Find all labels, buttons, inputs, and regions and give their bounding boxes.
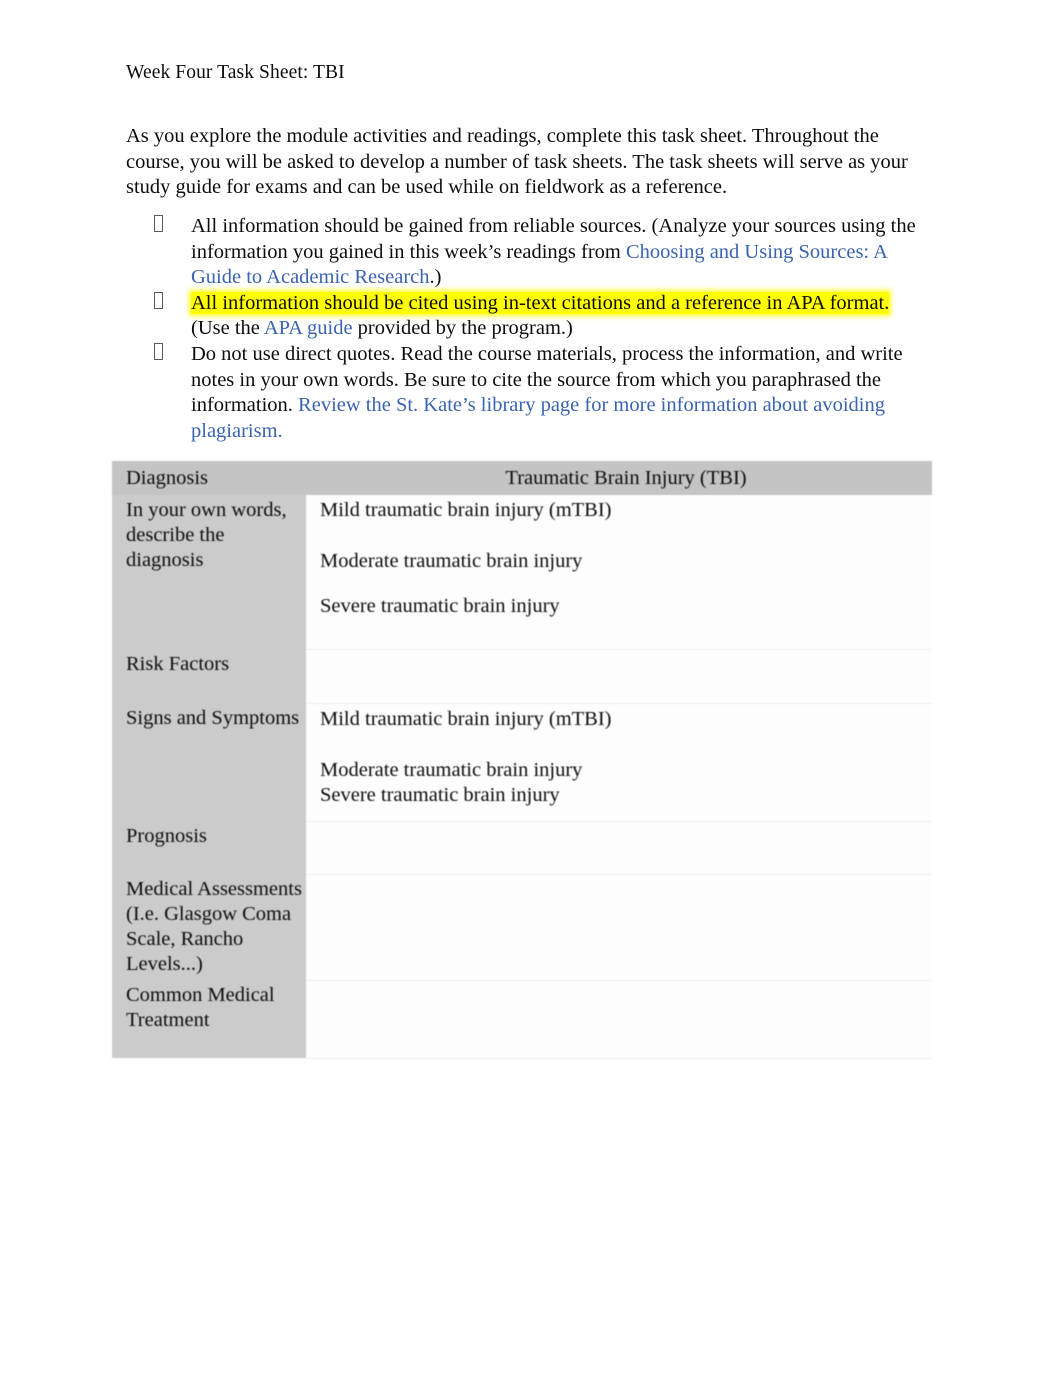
instruction-text-part1: (Use the	[191, 317, 264, 340]
cell-line: Moderate traumatic brain injury	[320, 758, 583, 781]
instruction-text-part2: .)	[429, 266, 442, 289]
row-value-medical-assessments[interactable]	[306, 874, 932, 981]
list-item: Do not use direct quotes. Read the cours…	[126, 342, 932, 444]
table-row: Risk Factors	[112, 649, 932, 704]
row-value-signs-and-symptoms[interactable]: Mild traumatic brain injury (mTBI) Moder…	[306, 703, 932, 822]
bullet-box-icon	[154, 342, 163, 360]
table-row: Common Medical Treatment	[112, 980, 932, 1059]
document-page: Week Four Task Sheet: TBI As you explore…	[0, 0, 1062, 1377]
list-item: All information should be gained from re…	[126, 214, 932, 291]
highlighted-apa-requirement: All information should be cited using in…	[191, 291, 890, 314]
table-row: Signs and Symptoms Mild traumatic brain …	[112, 703, 932, 822]
table-row: Medical Assessments (I.e. Glasgow Coma S…	[112, 874, 932, 981]
row-label-prognosis: Prognosis	[112, 821, 306, 874]
task-sheet-table-wrapper: Diagnosis Traumatic Brain Injury (TBI) I…	[112, 461, 932, 1059]
table-header-diagnosis: Diagnosis	[112, 461, 306, 495]
cell-line: Severe traumatic brain injury	[320, 783, 560, 806]
table-header-tbi: Traumatic Brain Injury (TBI)	[306, 461, 932, 495]
task-sheet-table: Diagnosis Traumatic Brain Injury (TBI) I…	[112, 461, 932, 1059]
cell-line: Mild traumatic brain injury (mTBI)	[320, 707, 612, 730]
bullet-box-icon	[154, 215, 163, 232]
row-value-common-medical-treatment[interactable]	[306, 980, 932, 1059]
row-label-medical-assessments: Medical Assessments (I.e. Glasgow Coma S…	[112, 874, 306, 980]
list-item-text: All information should be gained from re…	[191, 214, 932, 291]
link-apa-guide[interactable]: APA guide	[264, 317, 353, 339]
list-item-text: All information should be cited using in…	[191, 291, 932, 342]
table-row: In your own words, describe the diagnosi…	[112, 495, 932, 650]
document-header: Week Four Task Sheet: TBI	[126, 62, 345, 83]
list-item: All information should be cited using in…	[126, 291, 932, 342]
row-label-risk-factors: Risk Factors	[112, 649, 306, 703]
bullet-box-icon	[154, 291, 163, 309]
list-item-text: Do not use direct quotes. Read the cours…	[191, 342, 932, 444]
table-row: Prognosis	[112, 821, 932, 875]
cell-line: Severe traumatic brain injury	[320, 595, 560, 617]
row-value-describe-diagnosis[interactable]: Mild traumatic brain injury (mTBI) Moder…	[306, 495, 932, 650]
instruction-text-part2: provided by the program.)	[352, 317, 573, 340]
cell-line: Moderate traumatic brain injury	[320, 550, 583, 572]
row-value-risk-factors[interactable]	[306, 649, 932, 704]
row-label-common-medical-treatment: Common Medical Treatment	[112, 980, 306, 1058]
instructions-list: All information should be gained from re…	[126, 214, 932, 444]
table-header-row: Diagnosis Traumatic Brain Injury (TBI)	[112, 461, 932, 495]
row-value-prognosis[interactable]	[306, 821, 932, 875]
row-label-signs-and-symptoms: Signs and Symptoms	[112, 703, 306, 821]
intro-paragraph: As you explore the module activities and…	[126, 125, 908, 199]
cell-line: Mild traumatic brain injury (mTBI)	[320, 499, 612, 521]
row-label-describe-diagnosis: In your own words, describe the diagnosi…	[112, 495, 306, 649]
